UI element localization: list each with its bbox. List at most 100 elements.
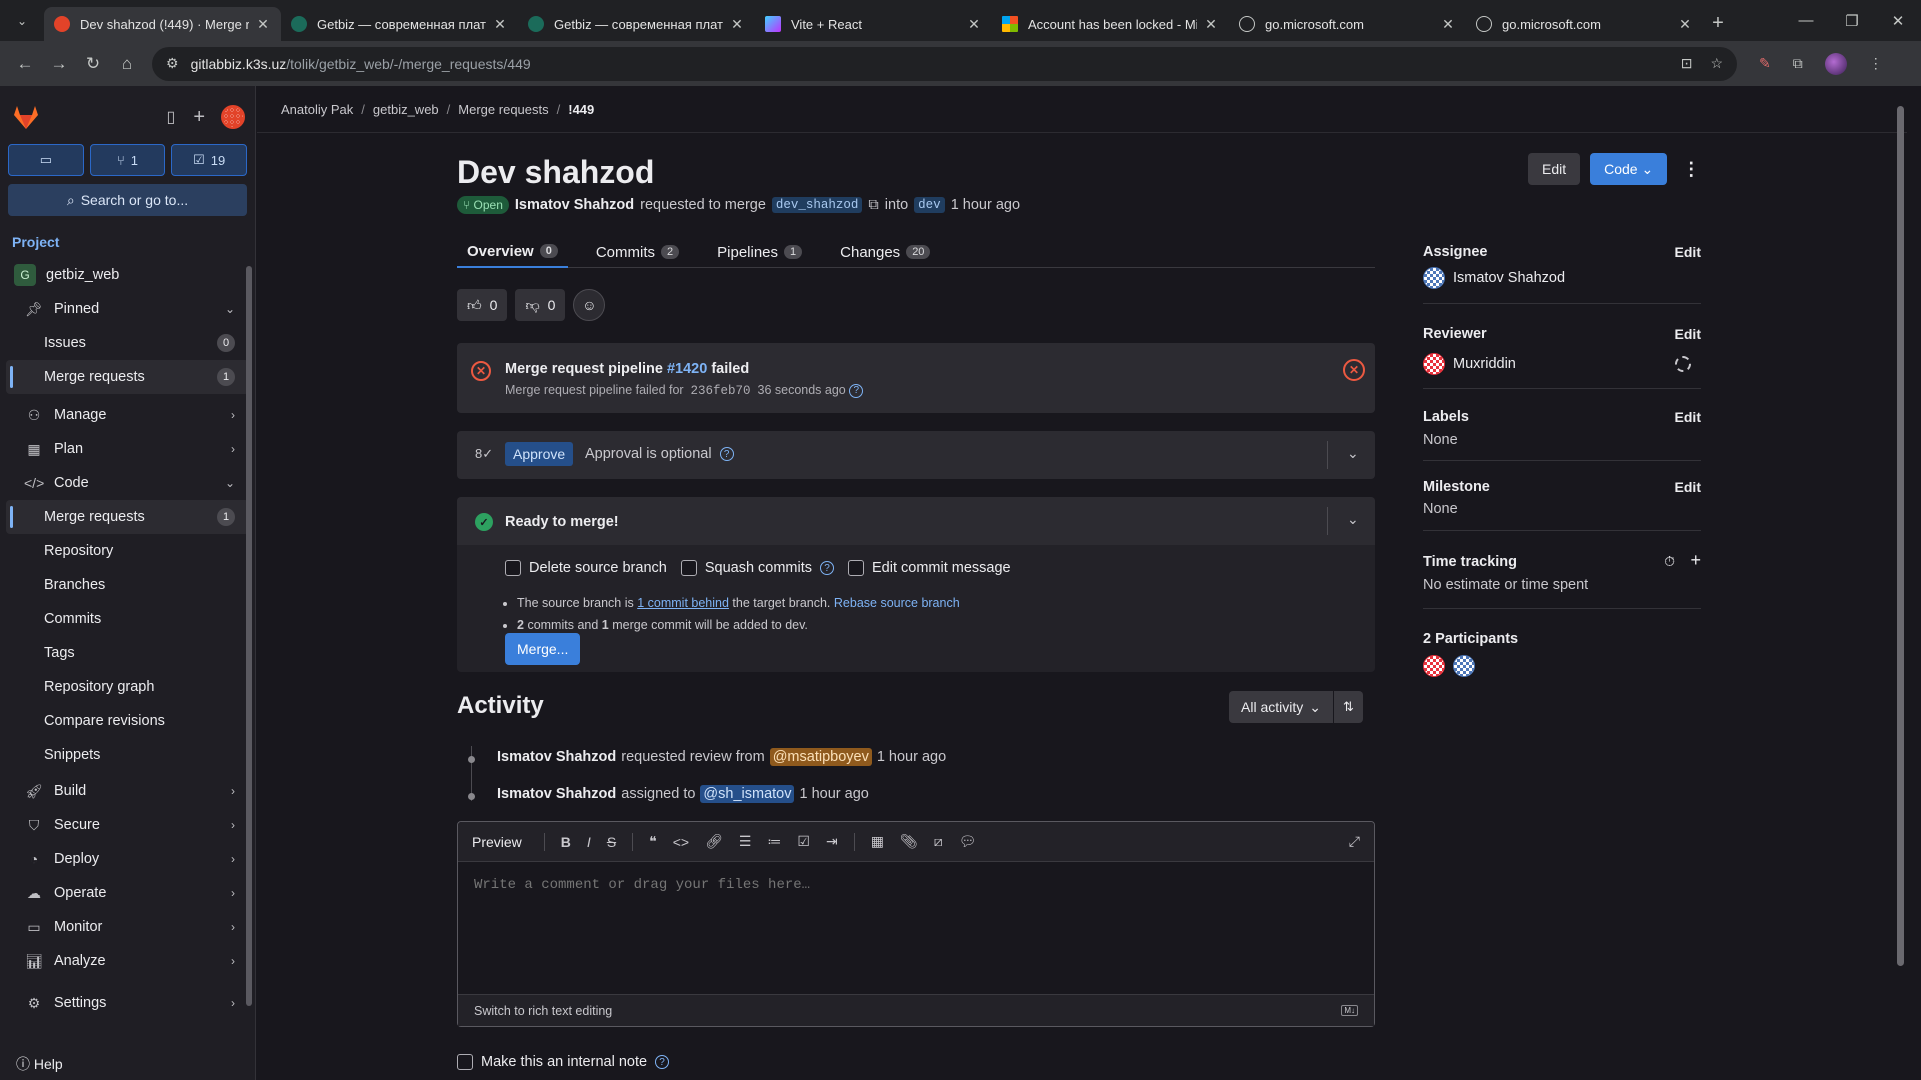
link-icon[interactable]: 🔗︎ [705, 833, 723, 850]
participant-avatar[interactable] [1453, 655, 1475, 677]
breadcrumb-item[interactable]: getbiz_web [373, 102, 439, 117]
add-reaction-button[interactable]: ☺ [573, 289, 606, 321]
help-icon[interactable]: ? [849, 383, 864, 398]
rebase-link[interactable]: Rebase source branch [834, 596, 960, 610]
bold-icon[interactable]: B [561, 834, 571, 850]
thumbs-up-button[interactable]: 👍︎ 0 [457, 289, 508, 321]
tab-pipelines[interactable]: Pipelines 1 [707, 236, 812, 268]
close-tab-icon[interactable]: ✕ [492, 16, 508, 33]
sidebar-item-manage[interactable]: ⚇ Manage › [6, 398, 249, 432]
event-user[interactable]: Ismatov Shahzod [497, 786, 616, 802]
checkbox[interactable] [680, 560, 697, 576]
breadcrumb-item[interactable]: Merge requests [458, 102, 548, 117]
edit-button[interactable]: Edit [1528, 153, 1581, 185]
pipeline-link[interactable]: #1420 [667, 361, 707, 377]
sidebar-item-monitor[interactable]: ▭ Monitor › [6, 910, 249, 944]
minimize-icon[interactable]: — [1783, 12, 1829, 29]
reviewer-user[interactable]: Muxriddin [1423, 353, 1516, 375]
indent-icon[interactable]: ⇥ [826, 833, 838, 850]
strikethrough-icon[interactable]: S [607, 834, 616, 850]
user-mention[interactable]: @sh_ismatov [700, 785, 795, 803]
sidebar-item-issues[interactable]: Issues 0 [6, 326, 249, 360]
stopwatch-icon[interactable]: ⏱︎ [1664, 553, 1675, 570]
comment-template-icon[interactable]: 💬︎ [959, 833, 977, 850]
task-list-icon[interactable]: ☑ [797, 833, 810, 850]
close-tab-icon[interactable]: ✕ [729, 16, 745, 33]
merge-button[interactable]: Merge... [505, 633, 581, 665]
todo-count-button[interactable]: ☑ 19 [171, 144, 248, 176]
sidebar-item-tags[interactable]: Tags [6, 636, 249, 670]
browser-tab[interactable]: Getbiz — современная платф ✕ [518, 7, 755, 41]
edit-commit-message-checkbox[interactable]: Edit commit message [848, 560, 1011, 576]
target-branch-chip[interactable]: dev [914, 197, 945, 213]
browser-tab[interactable]: Dev shahzod (!449) · Merge requ ✕ [44, 7, 281, 41]
tab-search-button[interactable]: ⌄ [4, 6, 40, 36]
attach-icon[interactable]: 📎︎ [900, 833, 918, 850]
new-tab-button[interactable]: + [1703, 8, 1733, 38]
code-dropdown-button[interactable]: Code ⌄ [1590, 153, 1668, 185]
sidebar-item-deploy[interactable]: ◔ Deploy › [6, 842, 249, 876]
commit-sha[interactable]: 236feb70 [691, 384, 751, 398]
sidebar-item-merge-requests-pinned[interactable]: Merge requests 1 [6, 360, 249, 394]
help-icon[interactable]: ? [719, 447, 734, 462]
close-window-icon[interactable]: ✕ [1875, 12, 1921, 30]
close-tab-icon[interactable]: ✕ [966, 16, 982, 33]
delete-source-branch-checkbox[interactable]: Delete source branch [505, 560, 667, 576]
sidebar-item-operate[interactable]: ☁︎ Operate › [6, 876, 249, 910]
sidebar-item-repository-graph[interactable]: Repository graph [6, 670, 249, 704]
numbered-list-icon[interactable]: ≔ [767, 833, 781, 850]
quote-icon[interactable]: ❝ [649, 833, 657, 850]
copy-icon[interactable]: ⧉ [868, 197, 878, 213]
browser-tab[interactable]: Vite + React ✕ [755, 7, 992, 41]
bookmark-star-icon[interactable]: ☆ [1710, 55, 1723, 72]
more-actions-icon[interactable]: ⋮ [1677, 159, 1705, 180]
tab-changes[interactable]: Changes 20 [830, 236, 940, 268]
close-tab-icon[interactable]: ✕ [1677, 16, 1693, 33]
browser-tab[interactable]: go.microsoft.com ✕ [1466, 7, 1703, 41]
browser-tab[interactable]: Account has been locked - Mic ✕ [992, 7, 1229, 41]
sidebar-item-build[interactable]: 🚀︎ Build › [6, 774, 249, 808]
sidebar-item-compare-revisions[interactable]: Compare revisions [6, 704, 249, 738]
checkbox[interactable] [848, 560, 865, 576]
sidebar-item-secure[interactable]: ⛉ Secure › [6, 808, 249, 842]
edit-reviewer-button[interactable]: Edit [1675, 326, 1701, 342]
preview-tab[interactable]: Preview [472, 834, 522, 850]
squash-commits-checkbox[interactable]: Squash commits? [680, 560, 835, 576]
activity-filter-dropdown[interactable]: All activity ⌄ [1229, 691, 1333, 723]
close-tab-icon[interactable]: ✕ [1203, 16, 1219, 33]
author-link[interactable]: Ismatov Shahzod [515, 197, 634, 213]
sidebar-scrollbar[interactable] [245, 256, 253, 1016]
sidebar-item-settings[interactable]: ⚙ Settings › [6, 986, 249, 1020]
create-new-icon[interactable]: + [193, 106, 205, 129]
help-icon[interactable]: ? [820, 561, 835, 575]
internal-note-checkbox[interactable]: Make this an internal note ? [457, 1054, 670, 1070]
thumbs-down-button[interactable]: 👎︎ 0 [515, 289, 566, 321]
sidebar-item-repository[interactable]: Repository [6, 534, 249, 568]
sidebar-item-analyze[interactable]: 📊︎ Analyze › [6, 944, 249, 978]
url-bar[interactable]: ⚙ gitlabbiz.k3s.uz/tolik/getbiz_web/-/me… [152, 46, 1737, 81]
sidebar-project[interactable]: Ggetbiz_web [6, 258, 249, 292]
tab-commits[interactable]: Commits 2 [586, 236, 689, 268]
italic-icon[interactable]: I [587, 834, 591, 850]
help-icon[interactable]: ? [655, 1055, 670, 1069]
forward-icon[interactable]: → [42, 47, 76, 81]
pen-extension-icon[interactable]: ✎ [1759, 55, 1771, 72]
page-scrollbar[interactable] [1895, 96, 1905, 1056]
reload-icon[interactable]: ↻ [76, 47, 110, 81]
merge-requests-count-button[interactable]: ⑂ 1 [89, 144, 166, 176]
edit-assignee-button[interactable]: Edit [1675, 244, 1701, 260]
table-icon[interactable]: ▦ [871, 833, 884, 850]
issues-count-button[interactable]: ▭ [8, 144, 84, 176]
install-app-icon[interactable]: ⊡ [1681, 55, 1693, 72]
profile-avatar[interactable] [1824, 52, 1847, 75]
home-icon[interactable]: ⌂ [110, 47, 144, 81]
browser-tab[interactable]: go.microsoft.com ✕ [1229, 7, 1466, 41]
restore-icon[interactable]: ❐ [1829, 12, 1875, 30]
source-branch-chip[interactable]: dev_shahzod [771, 197, 863, 213]
assignee-user[interactable]: Ismatov Shahzod [1423, 267, 1565, 289]
close-tab-icon[interactable]: ✕ [1440, 16, 1456, 33]
sidebar-item-commits[interactable]: Commits [6, 602, 249, 636]
code-icon[interactable]: <> [673, 834, 689, 850]
bullet-list-icon[interactable]: ☰ [739, 833, 752, 850]
checkbox[interactable] [505, 560, 521, 576]
